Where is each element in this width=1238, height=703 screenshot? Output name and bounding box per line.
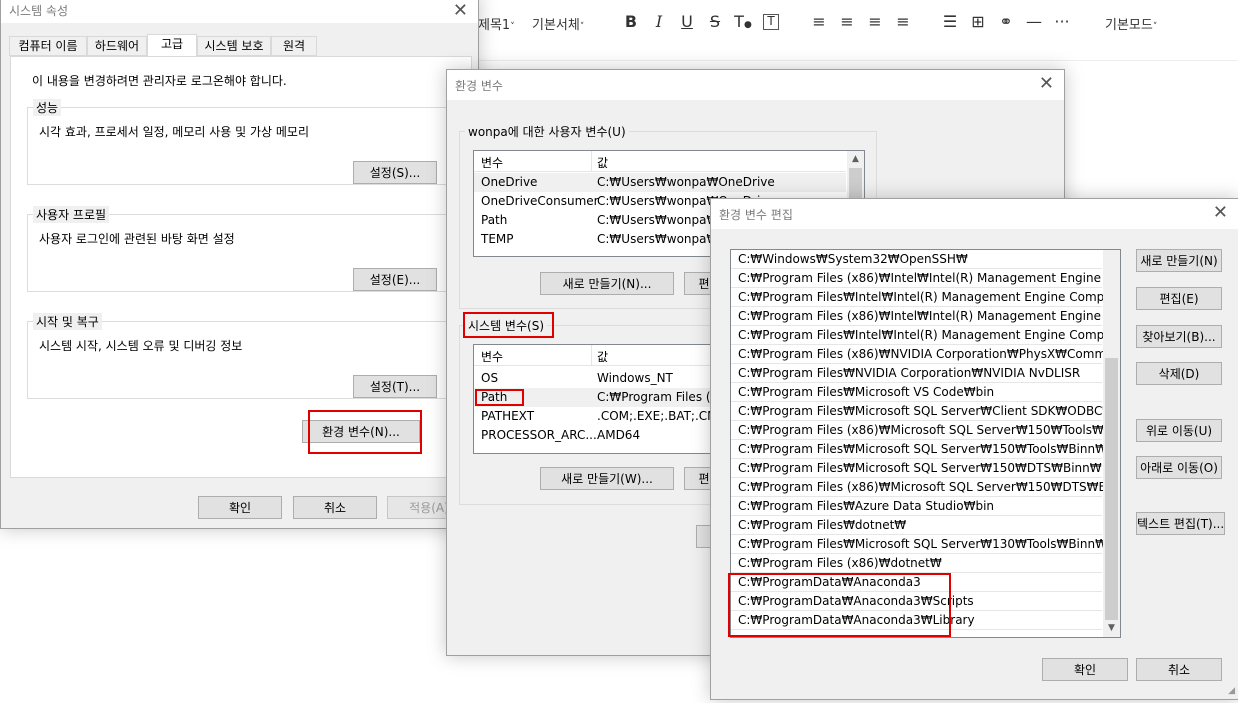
list-item[interactable]: C:₩Program Files (x86)₩NVIDIA Corporatio… xyxy=(731,345,1120,364)
close-icon[interactable]: ✕ xyxy=(1039,73,1054,94)
user-profile-legend: 사용자 프로필 xyxy=(33,206,110,223)
chevron-down-icon: ˅ xyxy=(510,22,515,32)
user-new-button[interactable]: 새로 만들기(N)... xyxy=(540,272,674,295)
list-item[interactable]: C:₩Program Files₩Microsoft SQL Server₩13… xyxy=(731,535,1107,554)
tab-system-protection[interactable]: 시스템 보호 xyxy=(197,36,271,56)
user-variables-legend: wonpa에 대한 사용자 변수(U) xyxy=(465,123,629,140)
list-item[interactable]: C:₩Program Files₩Microsoft VS Code₩bin xyxy=(731,383,1102,402)
list-header: 변수 값 xyxy=(474,151,846,172)
column-value[interactable]: 값 xyxy=(597,348,608,365)
title-bar: 환경 변수 ✕ xyxy=(447,70,1064,100)
advanced-tab-pane: 이 내용을 변경하려면 관리자로 로그온해야 합니다. 성능 시각 효과, 프로… xyxy=(10,56,472,478)
window-title: 환경 변수 편집 xyxy=(719,208,793,222)
window-title: 시스템 속성 xyxy=(9,4,69,18)
tab-hardware[interactable]: 하드웨어 xyxy=(87,36,147,56)
vertical-scrollbar[interactable]: ▼ xyxy=(1103,250,1120,637)
startup-recovery-legend: 시작 및 복구 xyxy=(33,313,102,330)
text-color-icon[interactable]: T● xyxy=(733,12,753,31)
align-center-icon[interactable]: ≡ xyxy=(837,12,857,31)
bold-icon[interactable]: B xyxy=(621,12,641,31)
underline-icon[interactable]: U xyxy=(677,12,697,31)
italic-icon[interactable]: I xyxy=(649,12,669,31)
user-profile-desc: 사용자 로그인에 관련된 바탕 화면 설정 xyxy=(39,232,235,246)
admin-notice: 이 내용을 변경하려면 관리자로 로그온해야 합니다. xyxy=(32,74,287,88)
close-icon[interactable]: ✕ xyxy=(1213,202,1228,223)
column-variable[interactable]: 변수 xyxy=(481,348,503,365)
chevron-down-icon: ˅ xyxy=(579,22,585,32)
title-bar: 시스템 속성 ✕ xyxy=(1,0,478,23)
editor-divider xyxy=(470,60,1238,61)
highlight-box xyxy=(308,410,422,454)
table-row[interactable]: OneDrive C:₩Users₩wonpa₩OneDrive xyxy=(474,173,846,192)
bullet-list-icon[interactable]: ☰ xyxy=(940,12,960,31)
column-value[interactable]: 값 xyxy=(597,154,608,171)
list-item[interactable]: C:₩Program Files (x86)₩Intel₩Intel(R) Ma… xyxy=(731,269,1120,288)
ok-button[interactable]: 확인 xyxy=(198,496,282,519)
highlight-box xyxy=(728,573,951,637)
more-icon[interactable]: ··· xyxy=(1052,12,1072,31)
window-title: 환경 변수 xyxy=(455,79,503,93)
performance-desc: 시각 효과, 프로세서 일정, 메모리 사용 및 가상 메모리 xyxy=(39,125,309,139)
list-item[interactable]: C:₩Program Files (x86)₩Microsoft SQL Ser… xyxy=(731,478,1120,497)
link-icon[interactable]: ⚭ xyxy=(996,12,1016,31)
tab-computer-name[interactable]: 컴퓨터 이름 xyxy=(9,36,87,56)
scroll-down-icon[interactable]: ▼ xyxy=(1103,620,1120,637)
list-item[interactable]: C:₩Program Files₩Intel₩Intel(R) Manageme… xyxy=(731,326,1120,345)
cancel-button[interactable]: 취소 xyxy=(1136,658,1222,681)
list-item[interactable]: C:₩Program Files₩dotnet₩ xyxy=(731,516,1102,535)
edit-button[interactable]: 편집(E) xyxy=(1136,287,1222,310)
ok-button[interactable]: 확인 xyxy=(1042,658,1128,681)
delete-button[interactable]: 삭제(D) xyxy=(1136,362,1222,385)
startup-recovery-desc: 시스템 시작, 시스템 오류 및 디버깅 정보 xyxy=(39,339,243,353)
font-select[interactable]: 기본서체˅ xyxy=(532,14,584,33)
font-select-label: 기본서체 xyxy=(532,18,580,33)
table-icon[interactable]: ⊞ xyxy=(968,12,988,31)
edit-environment-variable-window: 환경 변수 편집 ✕ C:₩Windows₩System32₩OpenSSH₩ … xyxy=(710,198,1238,700)
list-item[interactable]: C:₩Program Files (x86)₩Microsoft SQL Ser… xyxy=(731,421,1120,440)
align-justify-icon[interactable]: ≡ xyxy=(893,12,913,31)
move-down-button[interactable]: 아래로 이동(O) xyxy=(1136,456,1222,479)
edit-text-button[interactable]: 텍스트 편집(T)... xyxy=(1136,512,1225,535)
horizontal-line-icon[interactable]: — xyxy=(1024,12,1044,31)
align-right-icon[interactable]: ≡ xyxy=(865,12,885,31)
list-item[interactable]: C:₩Program Files₩Microsoft SQL Server₩Cl… xyxy=(731,402,1120,421)
system-new-button[interactable]: 새로 만들기(W)... xyxy=(540,467,674,490)
scroll-up-icon[interactable]: ▲ xyxy=(847,151,864,168)
user-profile-settings-button[interactable]: 설정(E)... xyxy=(353,268,437,291)
list-item[interactable]: C:₩Program Files₩Microsoft SQL Server₩15… xyxy=(731,440,1107,459)
tab-remote[interactable]: 원격 xyxy=(271,36,317,56)
mode-select-label: 기본모드 xyxy=(1105,18,1153,33)
startup-recovery-settings-button[interactable]: 설정(T)... xyxy=(353,375,437,398)
new-button[interactable]: 새로 만들기(N) xyxy=(1136,249,1222,272)
heading-select[interactable]: 제목1˅ xyxy=(478,14,515,33)
highlight-box xyxy=(475,389,524,406)
close-icon[interactable]: ✕ xyxy=(453,0,468,21)
list-item[interactable]: C:₩Program Files (x86)₩dotnet₩ xyxy=(731,554,1102,573)
list-item[interactable]: C:₩Program Files₩NVIDIA Corporation₩NVID… xyxy=(731,364,1102,383)
tab-advanced[interactable]: 고급 xyxy=(147,34,197,56)
list-item[interactable]: C:₩Program Files (x86)₩Intel₩Intel(R) Ma… xyxy=(731,307,1120,326)
move-up-button[interactable]: 위로 이동(U) xyxy=(1136,419,1222,442)
heading-select-label: 제목1 xyxy=(478,18,511,33)
editor-toolbar: 제목1˅ 기본서체˅ B I U S T● T ≡ ≡ ≡ ≡ ☰ ⊞ ⚭ — … xyxy=(470,0,1238,46)
list-item[interactable]: C:₩Program Files₩Azure Data Studio₩bin xyxy=(731,497,1102,516)
strikethrough-icon[interactable]: S xyxy=(705,12,725,31)
list-item[interactable]: C:₩Program Files₩Intel₩Intel(R) Manageme… xyxy=(731,288,1120,307)
resize-grip-icon[interactable]: ◢ xyxy=(1228,686,1235,696)
cancel-button[interactable]: 취소 xyxy=(293,496,377,519)
browse-button[interactable]: 찾아보기(B)... xyxy=(1136,325,1222,348)
scroll-thumb[interactable] xyxy=(1105,358,1118,620)
title-bar: 환경 변수 편집 ✕ xyxy=(711,199,1238,229)
system-properties-window: 시스템 속성 ✕ 컴퓨터 이름 하드웨어 고급 시스템 보호 원격 이 내용을 … xyxy=(0,0,479,529)
list-item[interactable]: C:₩Windows₩System32₩OpenSSH₩ xyxy=(731,250,1102,269)
performance-legend: 성능 xyxy=(33,99,62,116)
chevron-down-icon: ˅ xyxy=(1152,22,1158,32)
performance-settings-button[interactable]: 설정(S)... xyxy=(353,161,437,184)
align-left-icon[interactable]: ≡ xyxy=(809,12,829,31)
column-variable[interactable]: 변수 xyxy=(481,154,503,171)
list-item[interactable]: C:₩Program Files₩Microsoft SQL Server₩15… xyxy=(731,459,1102,478)
mode-select[interactable]: 기본모드˅ xyxy=(1105,14,1157,33)
highlight-box xyxy=(463,312,554,338)
text-background-icon[interactable]: T xyxy=(763,14,779,30)
